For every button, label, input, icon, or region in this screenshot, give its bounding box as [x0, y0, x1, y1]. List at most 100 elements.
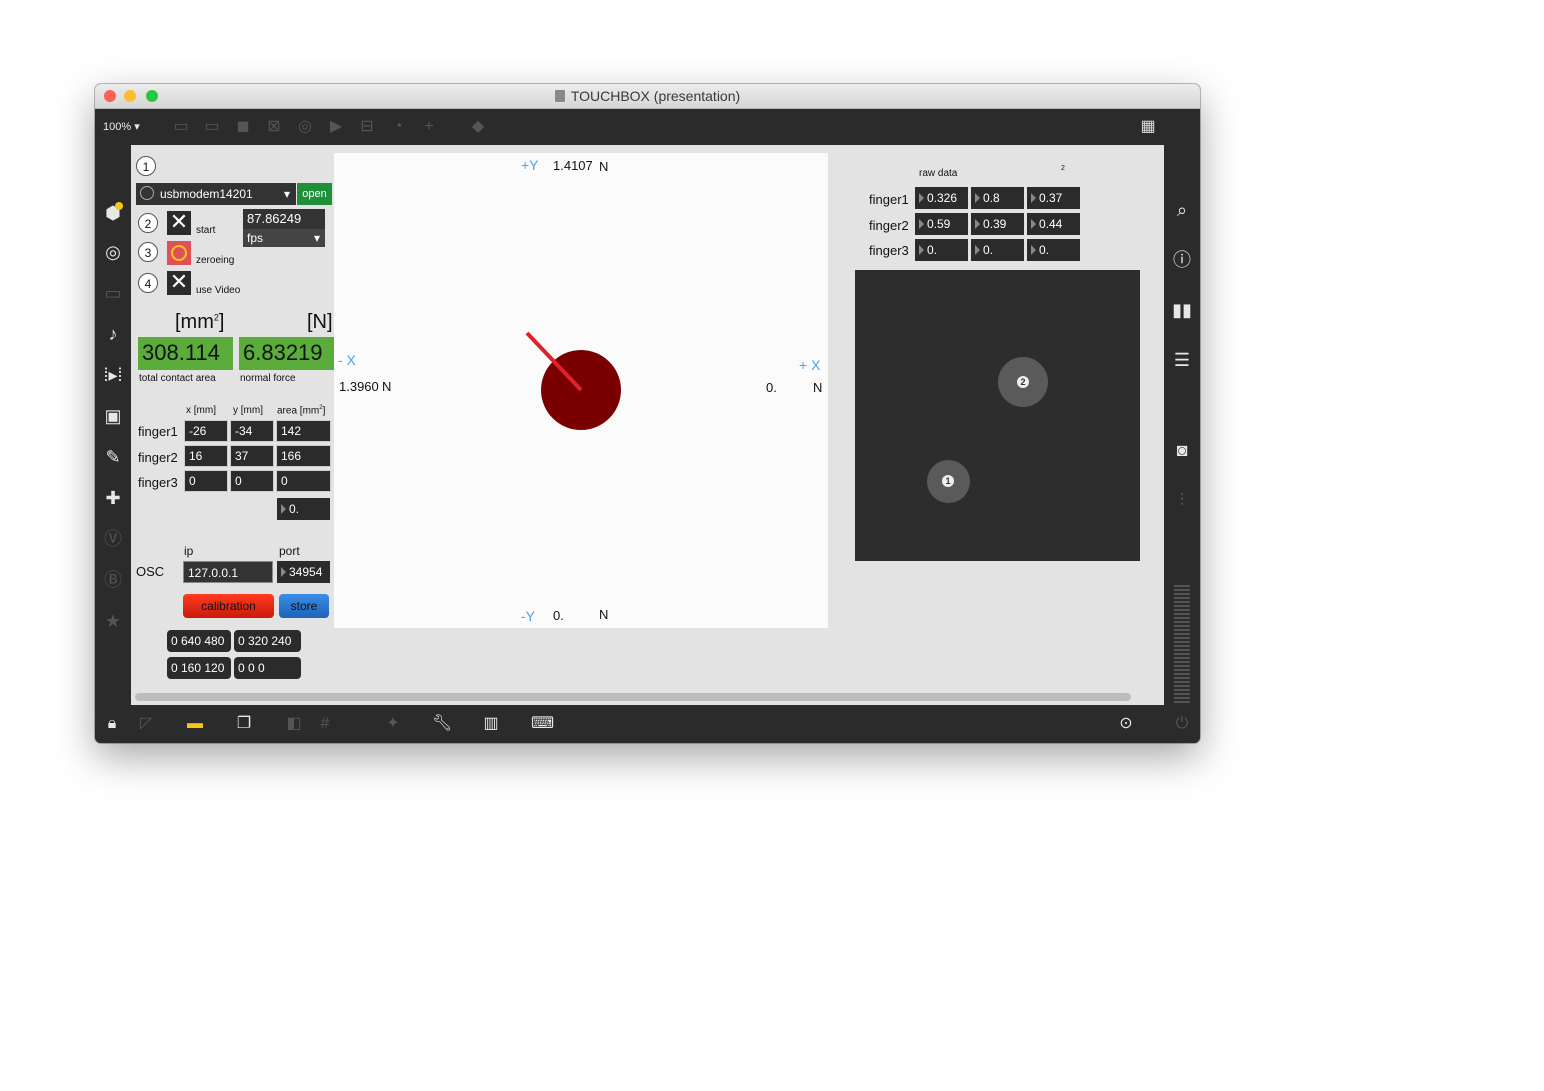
- new-object-icon[interactable]: ▭: [171, 117, 191, 137]
- force-panel: +Y 1.4107 N - X 1.3960 N + X 0. N -Y 0. …: [334, 153, 828, 628]
- debug-icon[interactable]: ✦: [383, 714, 403, 734]
- finger3-area: 0: [276, 470, 331, 492]
- message-box[interactable]: 0 320 240: [234, 630, 301, 652]
- horizontal-scrollbar[interactable]: [135, 693, 1131, 701]
- grid-icon[interactable]: ▦: [1138, 117, 1158, 137]
- triangle-icon: [281, 567, 286, 577]
- triangle-icon: [1031, 219, 1036, 229]
- image-icon[interactable]: ▣: [102, 405, 124, 427]
- title-bar: TOUCHBOX (presentation): [95, 84, 1200, 109]
- raw-finger2-value-1: 0.59: [915, 213, 968, 235]
- use-video-toggle[interactable]: ✕: [167, 271, 191, 295]
- zeroing-label: zeroeing: [196, 255, 235, 266]
- target-icon[interactable]: ◎: [102, 241, 124, 263]
- wrench-icon[interactable]: 🔧︎: [432, 714, 452, 734]
- finger3-x: 0: [184, 470, 228, 492]
- mixer-icon[interactable]: ⫶: [1171, 489, 1193, 511]
- finger-position-view[interactable]: 2 1: [855, 270, 1140, 561]
- computer-keyboard-icon[interactable]: ⌨: [531, 714, 554, 734]
- zeroing-button[interactable]: [167, 241, 191, 265]
- add-icon[interactable]: +: [419, 117, 439, 137]
- document-icon: [554, 90, 565, 102]
- normal-force-label: normal force: [240, 373, 296, 384]
- paint-bucket-icon[interactable]: ◆: [468, 117, 488, 137]
- power-icon[interactable]: ⏻: [1172, 714, 1192, 734]
- search-icon[interactable]: ⌕: [1171, 199, 1193, 221]
- finger2-label: finger2: [138, 450, 178, 465]
- open-button[interactable]: open: [297, 183, 332, 205]
- audio-play-icon[interactable]: ⊙: [1116, 714, 1136, 734]
- port-label: port: [279, 544, 300, 558]
- music-icon[interactable]: ♪: [102, 323, 124, 345]
- message-icon[interactable]: ▭: [202, 117, 222, 137]
- plug-icon[interactable]: ✚: [102, 487, 124, 509]
- store-button[interactable]: store: [279, 594, 329, 618]
- button-icon[interactable]: ◎: [295, 117, 315, 137]
- ip-field[interactable]: 127.0.0.1: [183, 561, 273, 583]
- finger3-label: finger3: [138, 475, 178, 490]
- dropdown-arrow-icon: ▾: [313, 231, 320, 245]
- presentation-icon[interactable]: ▬: [185, 714, 205, 734]
- window-icon[interactable]: ▭: [102, 282, 124, 304]
- v-icon[interactable]: Ⓥ: [102, 528, 124, 550]
- book-icon[interactable]: ▮▮: [1171, 299, 1193, 321]
- raw-finger3-value-3: 0.: [1027, 239, 1080, 261]
- calibration-button[interactable]: calibration: [183, 594, 274, 618]
- start-label: start: [196, 225, 216, 236]
- start-toggle[interactable]: ✕: [167, 211, 191, 235]
- message-box[interactable]: 0 0 0: [234, 657, 301, 679]
- raw-finger2-label: finger2: [869, 218, 909, 233]
- extra-number-box[interactable]: 0.: [277, 498, 330, 520]
- step-badge-4: 4: [138, 273, 158, 293]
- b-icon[interactable]: Ⓑ: [102, 569, 124, 591]
- notification-dot: [115, 202, 123, 210]
- windows-icon[interactable]: ❐: [234, 714, 254, 734]
- finger2-area: 166: [276, 445, 331, 467]
- triangle-icon: [919, 245, 924, 255]
- play-sequence-icon[interactable]: ⁞▸⁞: [102, 364, 124, 386]
- raw-finger1-value-3: 0.37: [1027, 187, 1080, 209]
- finger1-marker-label: 1: [942, 475, 954, 487]
- step-badge-3: 3: [138, 242, 158, 262]
- normal-force-value: 6.83219: [239, 337, 334, 370]
- dial-icon[interactable]: ◔: [388, 117, 408, 137]
- raw-finger3-value-2: 0.: [971, 239, 1024, 261]
- comment-icon[interactable]: ◼: [233, 117, 253, 137]
- raw-finger2-value-3: 0.44: [1027, 213, 1080, 235]
- edit-mode-icon[interactable]: ◸: [136, 714, 156, 734]
- star-icon[interactable]: ★: [102, 610, 124, 632]
- step-badge-2: 2: [138, 213, 158, 233]
- port-field[interactable]: 34954: [277, 561, 330, 583]
- message-box[interactable]: 0 160 120: [167, 657, 231, 679]
- finger1-label: finger1: [138, 424, 178, 439]
- info-icon[interactable]: ⓘ: [1171, 249, 1193, 271]
- triangle-icon: [281, 504, 286, 514]
- left-sidebar: ⬢ ◎ ▭ ♪ ⁞▸⁞ ▣ ✎ ✚ Ⓥ Ⓑ ★: [95, 145, 131, 705]
- fps-unit-menu[interactable]: fps ▾: [243, 229, 325, 247]
- raw-finger1-value-1: 0.326: [915, 187, 968, 209]
- list-icon[interactable]: ☰: [1171, 349, 1193, 371]
- message-box[interactable]: 0 640 480: [167, 630, 231, 652]
- power-icon: [140, 186, 154, 200]
- finger2-marker: 2: [998, 357, 1048, 407]
- lock-icon[interactable]: 🔒︎: [102, 714, 122, 734]
- zoom-dropdown[interactable]: 100% ▾: [103, 120, 140, 133]
- raw-data-title: raw data: [919, 168, 958, 179]
- ip-label: ip: [184, 544, 194, 558]
- raw-finger2-value-2: 0.39: [971, 213, 1024, 235]
- hide-icon[interactable]: ◧: [284, 714, 304, 734]
- triangle-icon: [975, 245, 980, 255]
- serial-port-menu[interactable]: usbmodem14201 ▾: [136, 183, 296, 205]
- camera-icon[interactable]: ◙: [1171, 439, 1193, 461]
- paperclip-icon[interactable]: ✎: [102, 446, 124, 468]
- grid-toggle-icon[interactable]: #: [315, 714, 335, 734]
- keyboard-midi-icon[interactable]: ▥: [481, 714, 501, 734]
- slider-icon[interactable]: ⊟: [357, 117, 377, 137]
- force-vector-graphic: [525, 331, 621, 430]
- triangle-icon: [1031, 193, 1036, 203]
- player-icon[interactable]: ▶: [326, 117, 346, 137]
- area-header: area [mm2]: [277, 405, 326, 417]
- toggle-icon[interactable]: ⊠: [264, 117, 284, 137]
- finger3-y: 0: [230, 470, 274, 492]
- fps-value: 87.86249: [243, 209, 325, 229]
